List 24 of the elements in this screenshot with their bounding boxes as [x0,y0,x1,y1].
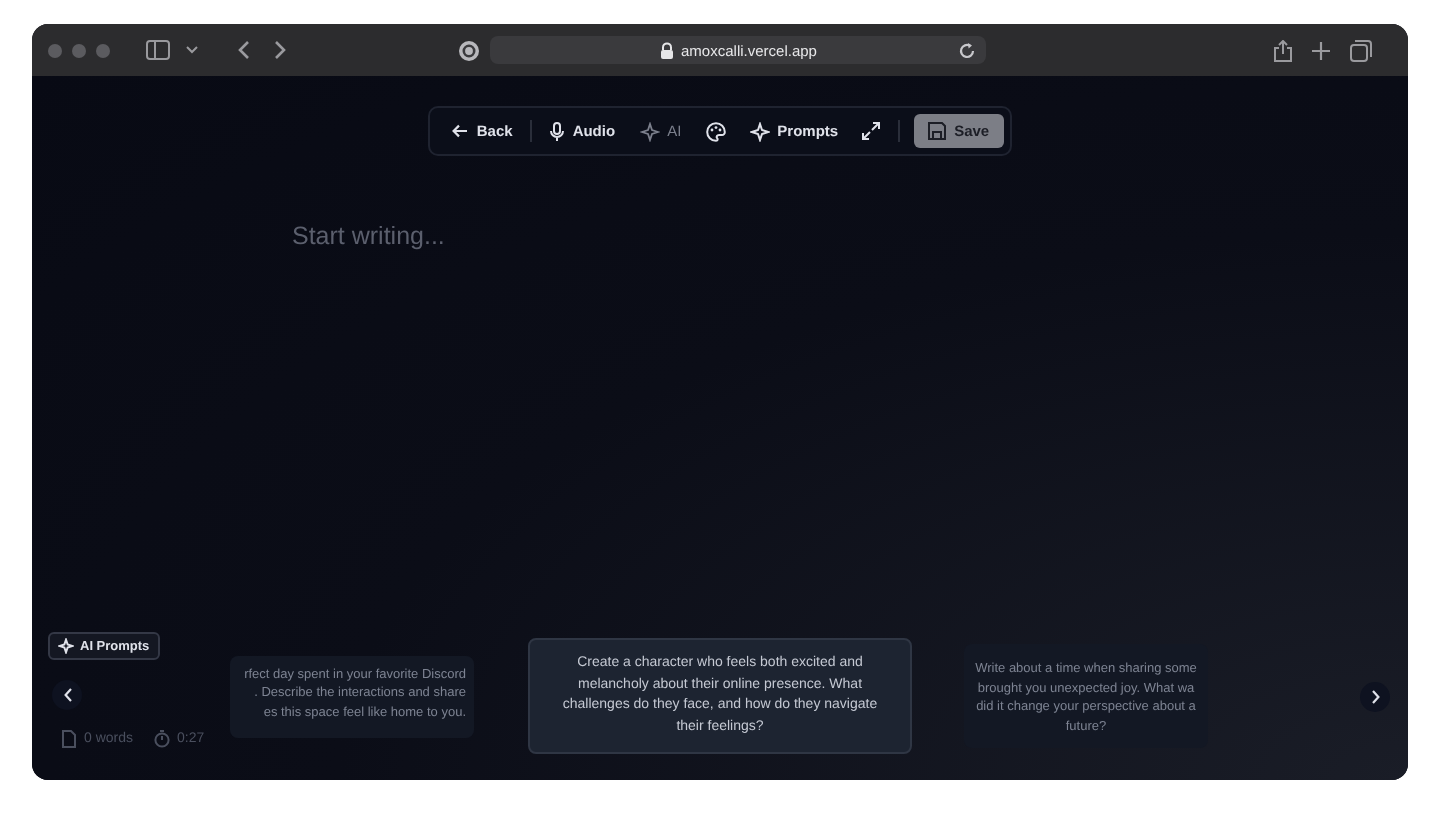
timer-icon [153,730,170,748]
share-icon[interactable] [1274,39,1292,61]
minimize-window-dot[interactable] [72,43,86,57]
sparkle-icon [639,121,660,141]
expand-icon [862,122,881,140]
next-button[interactable] [1360,681,1390,711]
left-arrow-icon [452,124,469,138]
zoom-window-dot[interactable] [96,43,110,57]
lock-icon [659,41,674,59]
document-icon [62,730,76,748]
chevron-left-icon [63,688,71,702]
privacy-icon[interactable] [458,39,480,61]
plus-icon[interactable] [1312,41,1330,59]
chevron-down-icon[interactable] [186,46,198,54]
palette-icon [705,121,726,141]
sidebar-icon[interactable] [146,40,170,60]
sparkle-icon [749,121,770,141]
close-window-dot[interactable] [48,43,62,57]
microphone-icon [550,121,565,141]
previous-button[interactable] [52,680,82,710]
reload-icon[interactable] [958,41,976,59]
chevron-right-icon [1371,689,1379,703]
tabs-overview-icon[interactable] [1350,39,1372,61]
sparkle-icon [58,638,74,654]
